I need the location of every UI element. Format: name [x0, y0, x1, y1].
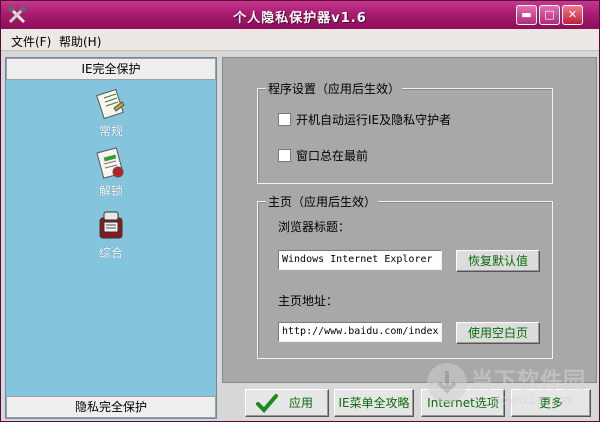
more-button[interactable]: 更多	[511, 389, 591, 417]
check-icon	[256, 394, 278, 413]
maximize-button[interactable]: □	[539, 5, 560, 25]
topmost-label: 窗口总在最前	[296, 149, 369, 163]
program-settings-group: 程序设置（应用后生效） 开机自动运行IE及隐私守护者 窗口总在最前	[257, 80, 553, 184]
browser-title-input[interactable]: Windows Internet Explorer	[278, 250, 442, 270]
window-title: 个人隐私保护器v1.6	[233, 11, 367, 26]
menu-file[interactable]: 文件(F)	[11, 33, 51, 50]
sidebar-item-label: 综合	[98, 246, 123, 260]
main-window: 个人隐私保护器v1.6 ▬ □ ✕ 文件(F) 帮助(H) IE完全保护 常规	[0, 0, 600, 422]
menu-bar: 文件(F) 帮助(H)	[1, 29, 599, 51]
homepage-group: 主页（应用后生效） 浏览器标题： Windows Internet Explor…	[257, 193, 553, 359]
browser-title-label: 浏览器标题：	[278, 220, 351, 234]
sidebar-footer-privacy-protection[interactable]: 隐私完全保护	[6, 396, 216, 418]
autostart-checkbox-row[interactable]: 开机自动运行IE及隐私守护者	[278, 111, 451, 128]
sidebar: IE完全保护 常规 解锁 综合 隐私完全保护	[5, 57, 217, 419]
close-button[interactable]: ✕	[562, 5, 583, 25]
minimize-button[interactable]: ▬	[516, 5, 537, 25]
group-title: 程序设置（应用后生效）	[266, 80, 403, 97]
topmost-checkbox-row[interactable]: 窗口总在最前	[278, 147, 368, 164]
unlock-document-icon	[96, 147, 124, 179]
sidebar-item-label: 解锁	[98, 184, 123, 198]
use-blank-page-button[interactable]: 使用空白页	[456, 322, 540, 344]
homepage-url-input[interactable]: http://www.baidu.com/index.	[278, 322, 442, 342]
autostart-checkbox[interactable]	[278, 113, 291, 126]
document-icon	[96, 88, 125, 120]
homepage-url-label: 主页地址：	[278, 294, 339, 308]
topmost-checkbox[interactable]	[278, 149, 291, 162]
restore-default-button[interactable]: 恢复默认值	[456, 250, 540, 272]
settings-panel: 程序设置（应用后生效） 开机自动运行IE及隐私守护者 窗口总在最前 主页（应用后…	[222, 57, 597, 383]
menu-help[interactable]: 帮助(H)	[59, 33, 101, 50]
sidebar-item-label: 常规	[98, 124, 123, 138]
apply-button[interactable]: 应用	[245, 389, 329, 417]
autostart-label: 开机自动运行IE及隐私守护者	[296, 113, 452, 127]
sidebar-item-general[interactable]: 常规	[66, 86, 156, 139]
sidebar-item-unlock[interactable]: 解锁	[66, 146, 156, 199]
tools-icon	[99, 211, 123, 239]
sidebar-header-ie-protection[interactable]: IE完全保护	[6, 58, 216, 80]
title-bar[interactable]: 个人隐私保护器v1.6 ▬ □ ✕	[1, 1, 599, 29]
sidebar-item-comprehensive[interactable]: 综合	[66, 208, 156, 261]
group-title: 主页（应用后生效）	[266, 193, 379, 210]
ie-menu-guide-button[interactable]: IE菜单全攻略	[334, 389, 414, 417]
apply-label: 应用	[288, 396, 313, 410]
internet-options-button[interactable]: Internet选项	[421, 389, 505, 417]
